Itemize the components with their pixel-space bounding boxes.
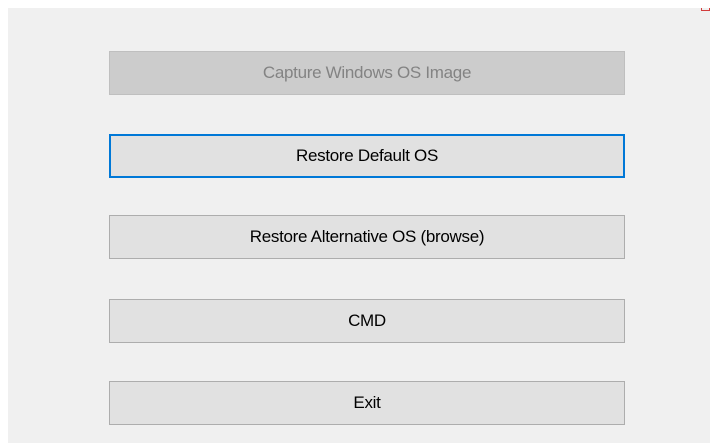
restore-default-os-button[interactable]: Restore Default OS — [109, 134, 625, 178]
restore-alternative-os-button[interactable]: Restore Alternative OS (browse) — [109, 215, 625, 259]
capture-windows-os-image-button: Capture Windows OS Image — [109, 51, 625, 95]
dialog-window: Capture Windows OS Image Restore Default… — [8, 8, 710, 443]
cmd-button[interactable]: CMD — [109, 299, 625, 343]
close-button-edge[interactable] — [701, 8, 710, 11]
exit-button[interactable]: Exit — [109, 381, 625, 425]
